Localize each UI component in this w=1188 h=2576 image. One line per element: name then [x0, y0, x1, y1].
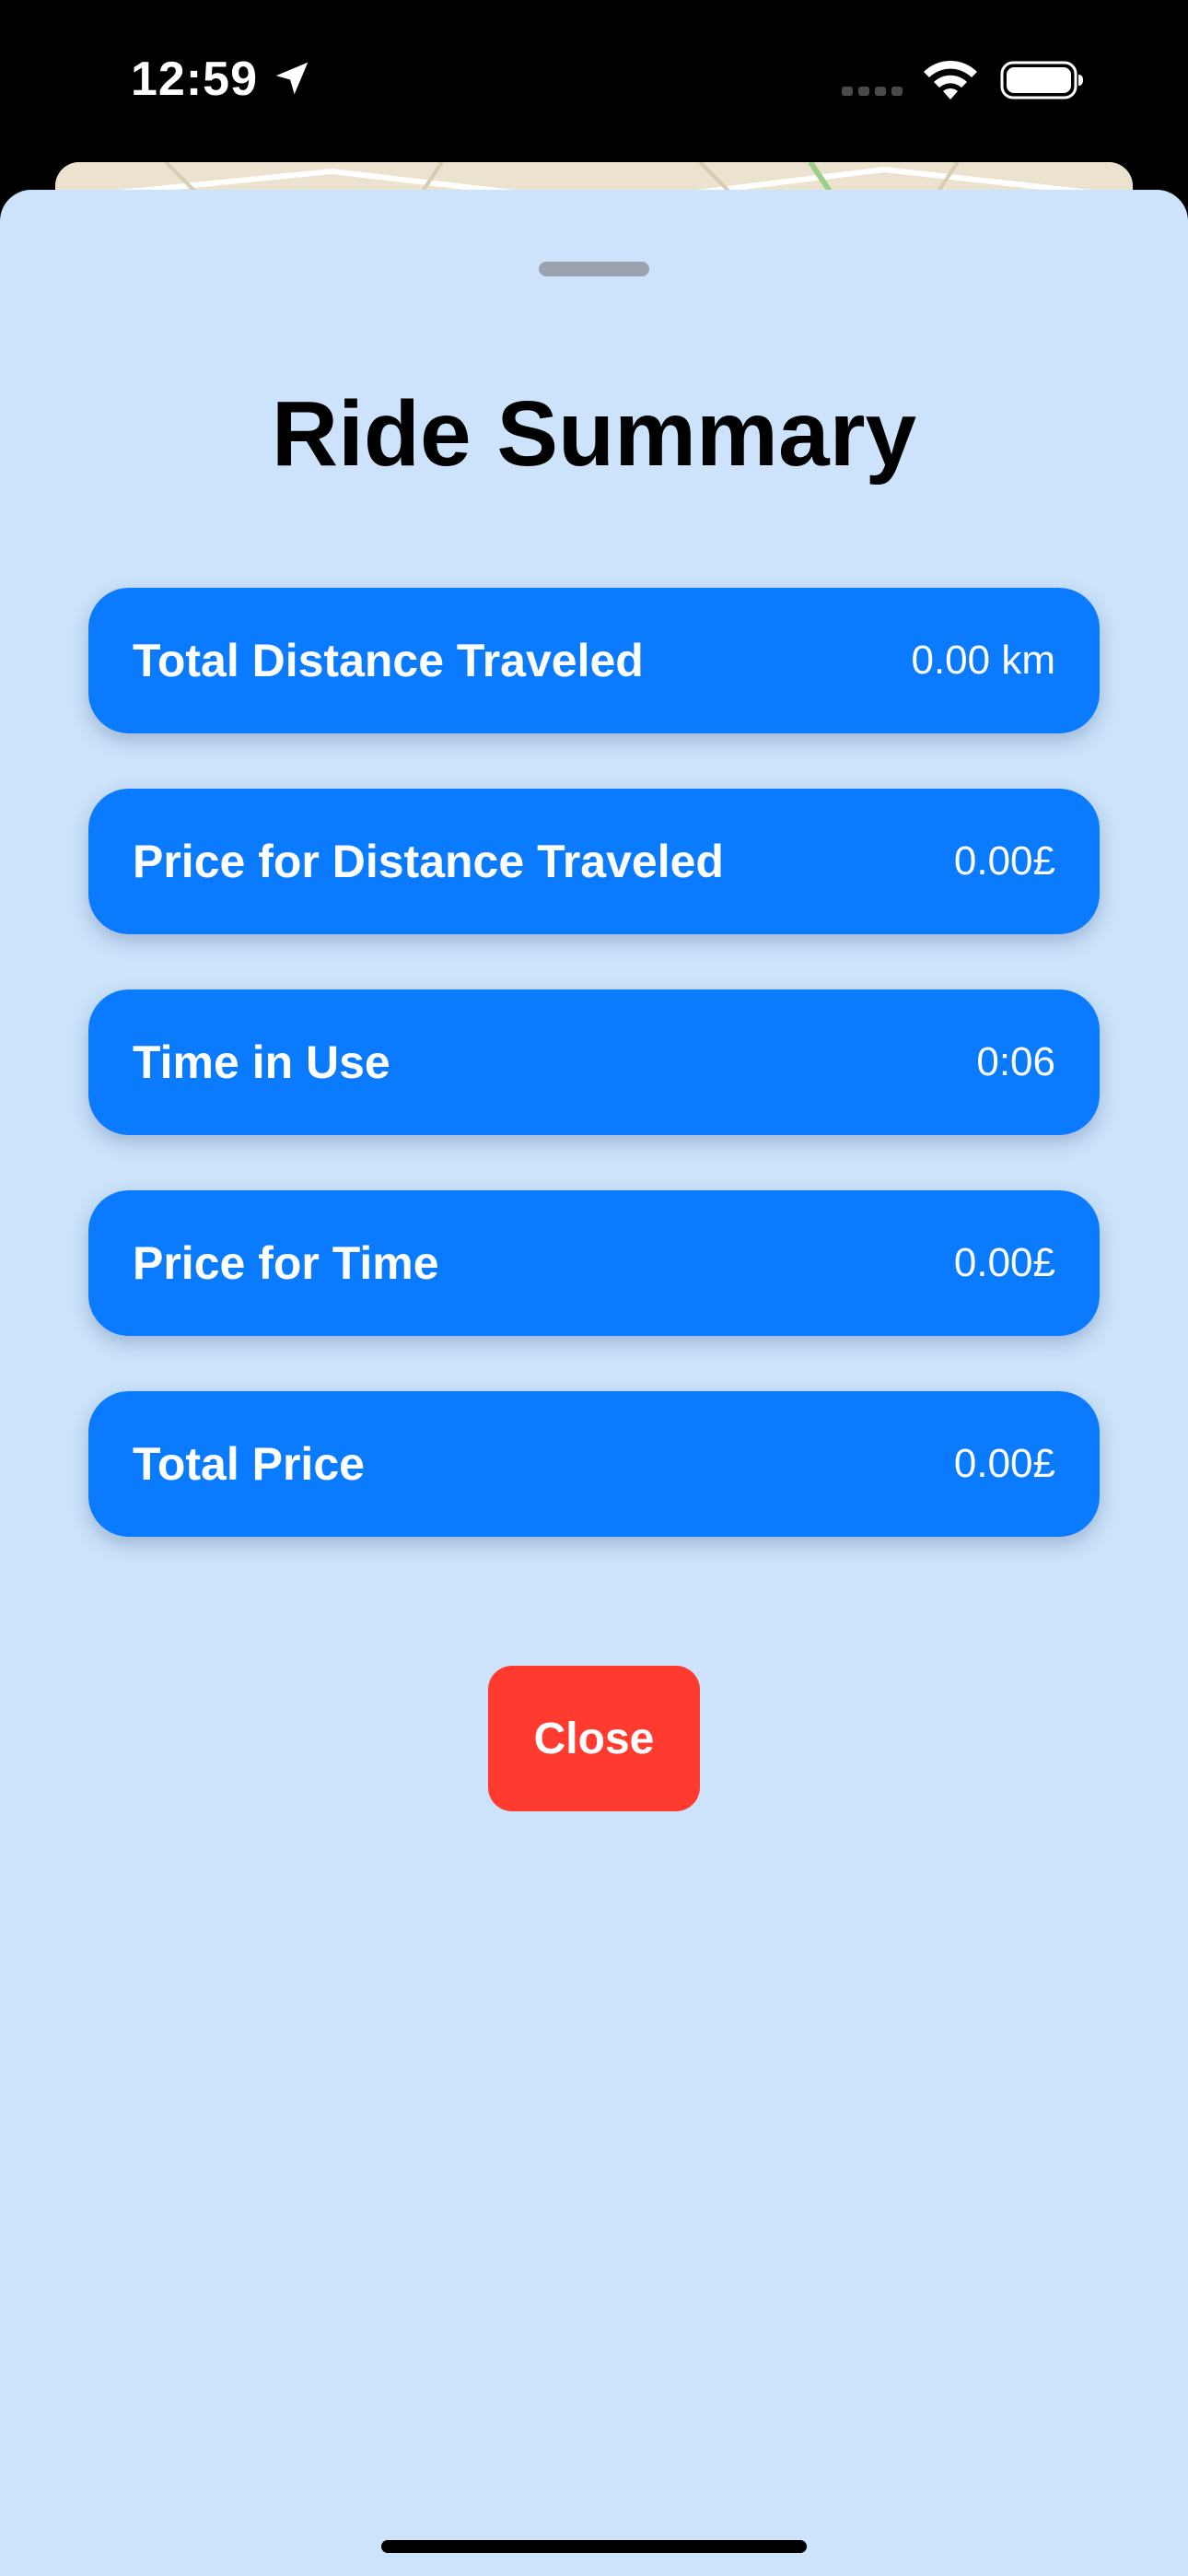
- close-button[interactable]: Close: [488, 1666, 700, 1811]
- app-screen: 12:59 Ride Summary Total Distance Travel…: [0, 0, 1188, 2576]
- row-label: Time in Use: [133, 1036, 390, 1088]
- row-value: 0.00£: [953, 838, 1055, 884]
- summary-row-distance-price: Price for Distance Traveled 0.00£: [88, 789, 1100, 934]
- row-value: 0.00 km: [911, 638, 1055, 683]
- status-bar: 12:59: [0, 0, 1188, 162]
- status-time: 12:59: [131, 53, 258, 106]
- row-label: Price for Distance Traveled: [133, 836, 724, 887]
- row-label: Price for Time: [133, 1237, 439, 1289]
- wifi-icon: [924, 60, 977, 100]
- summary-row-time-in-use: Time in Use 0:06: [88, 989, 1100, 1135]
- summary-row-total-distance: Total Distance Traveled 0.00 km: [88, 588, 1100, 733]
- summary-row-total-price: Total Price 0.00£: [88, 1391, 1100, 1537]
- summary-row-time-price: Price for Time 0.00£: [88, 1190, 1100, 1336]
- ride-summary-sheet: Ride Summary Total Distance Traveled 0.0…: [0, 190, 1188, 2576]
- cellular-signal-icon: [842, 87, 903, 96]
- page-title: Ride Summary: [271, 382, 917, 486]
- row-label: Total Distance Traveled: [133, 635, 644, 686]
- row-value: 0.00£: [953, 1441, 1055, 1486]
- row-value: 0:06: [976, 1039, 1055, 1084]
- row-value: 0.00£: [953, 1240, 1055, 1285]
- row-label: Total Price: [133, 1438, 365, 1490]
- summary-list: Total Distance Traveled 0.00 km Price fo…: [88, 588, 1100, 1592]
- battery-icon: [1000, 61, 1083, 100]
- location-arrow-icon: [275, 62, 309, 95]
- sheet-grabber-handle[interactable]: [539, 262, 649, 276]
- home-indicator[interactable]: [381, 2540, 807, 2553]
